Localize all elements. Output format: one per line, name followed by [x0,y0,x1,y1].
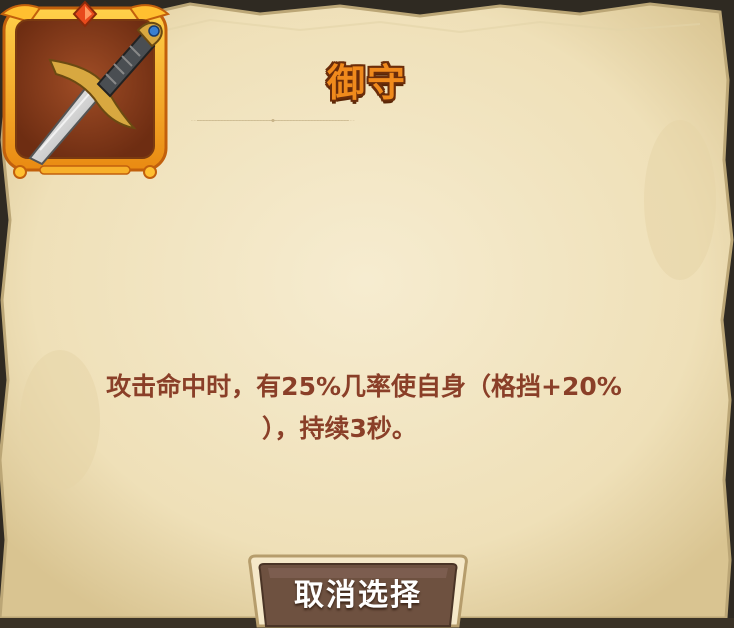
cancel-selection-label: 取消选择 [294,578,422,613]
skill-detail-dialog: 御守 攻击命中时，有25%几率使自身（格挡+20% ），持续3秒。 取消选择 [0,0,734,628]
description-line-1: 攻击命中时，有25%几率使自身（格挡+20% [106,372,622,401]
skill-description: 攻击命中时，有25%几率使自身（格挡+20% ），持续3秒。 [34,366,694,450]
item-icon-frame [0,0,170,179]
description-line-2: ），持续3秒。 [262,414,417,443]
cancel-selection-button[interactable]: 取消选择 [246,548,470,628]
